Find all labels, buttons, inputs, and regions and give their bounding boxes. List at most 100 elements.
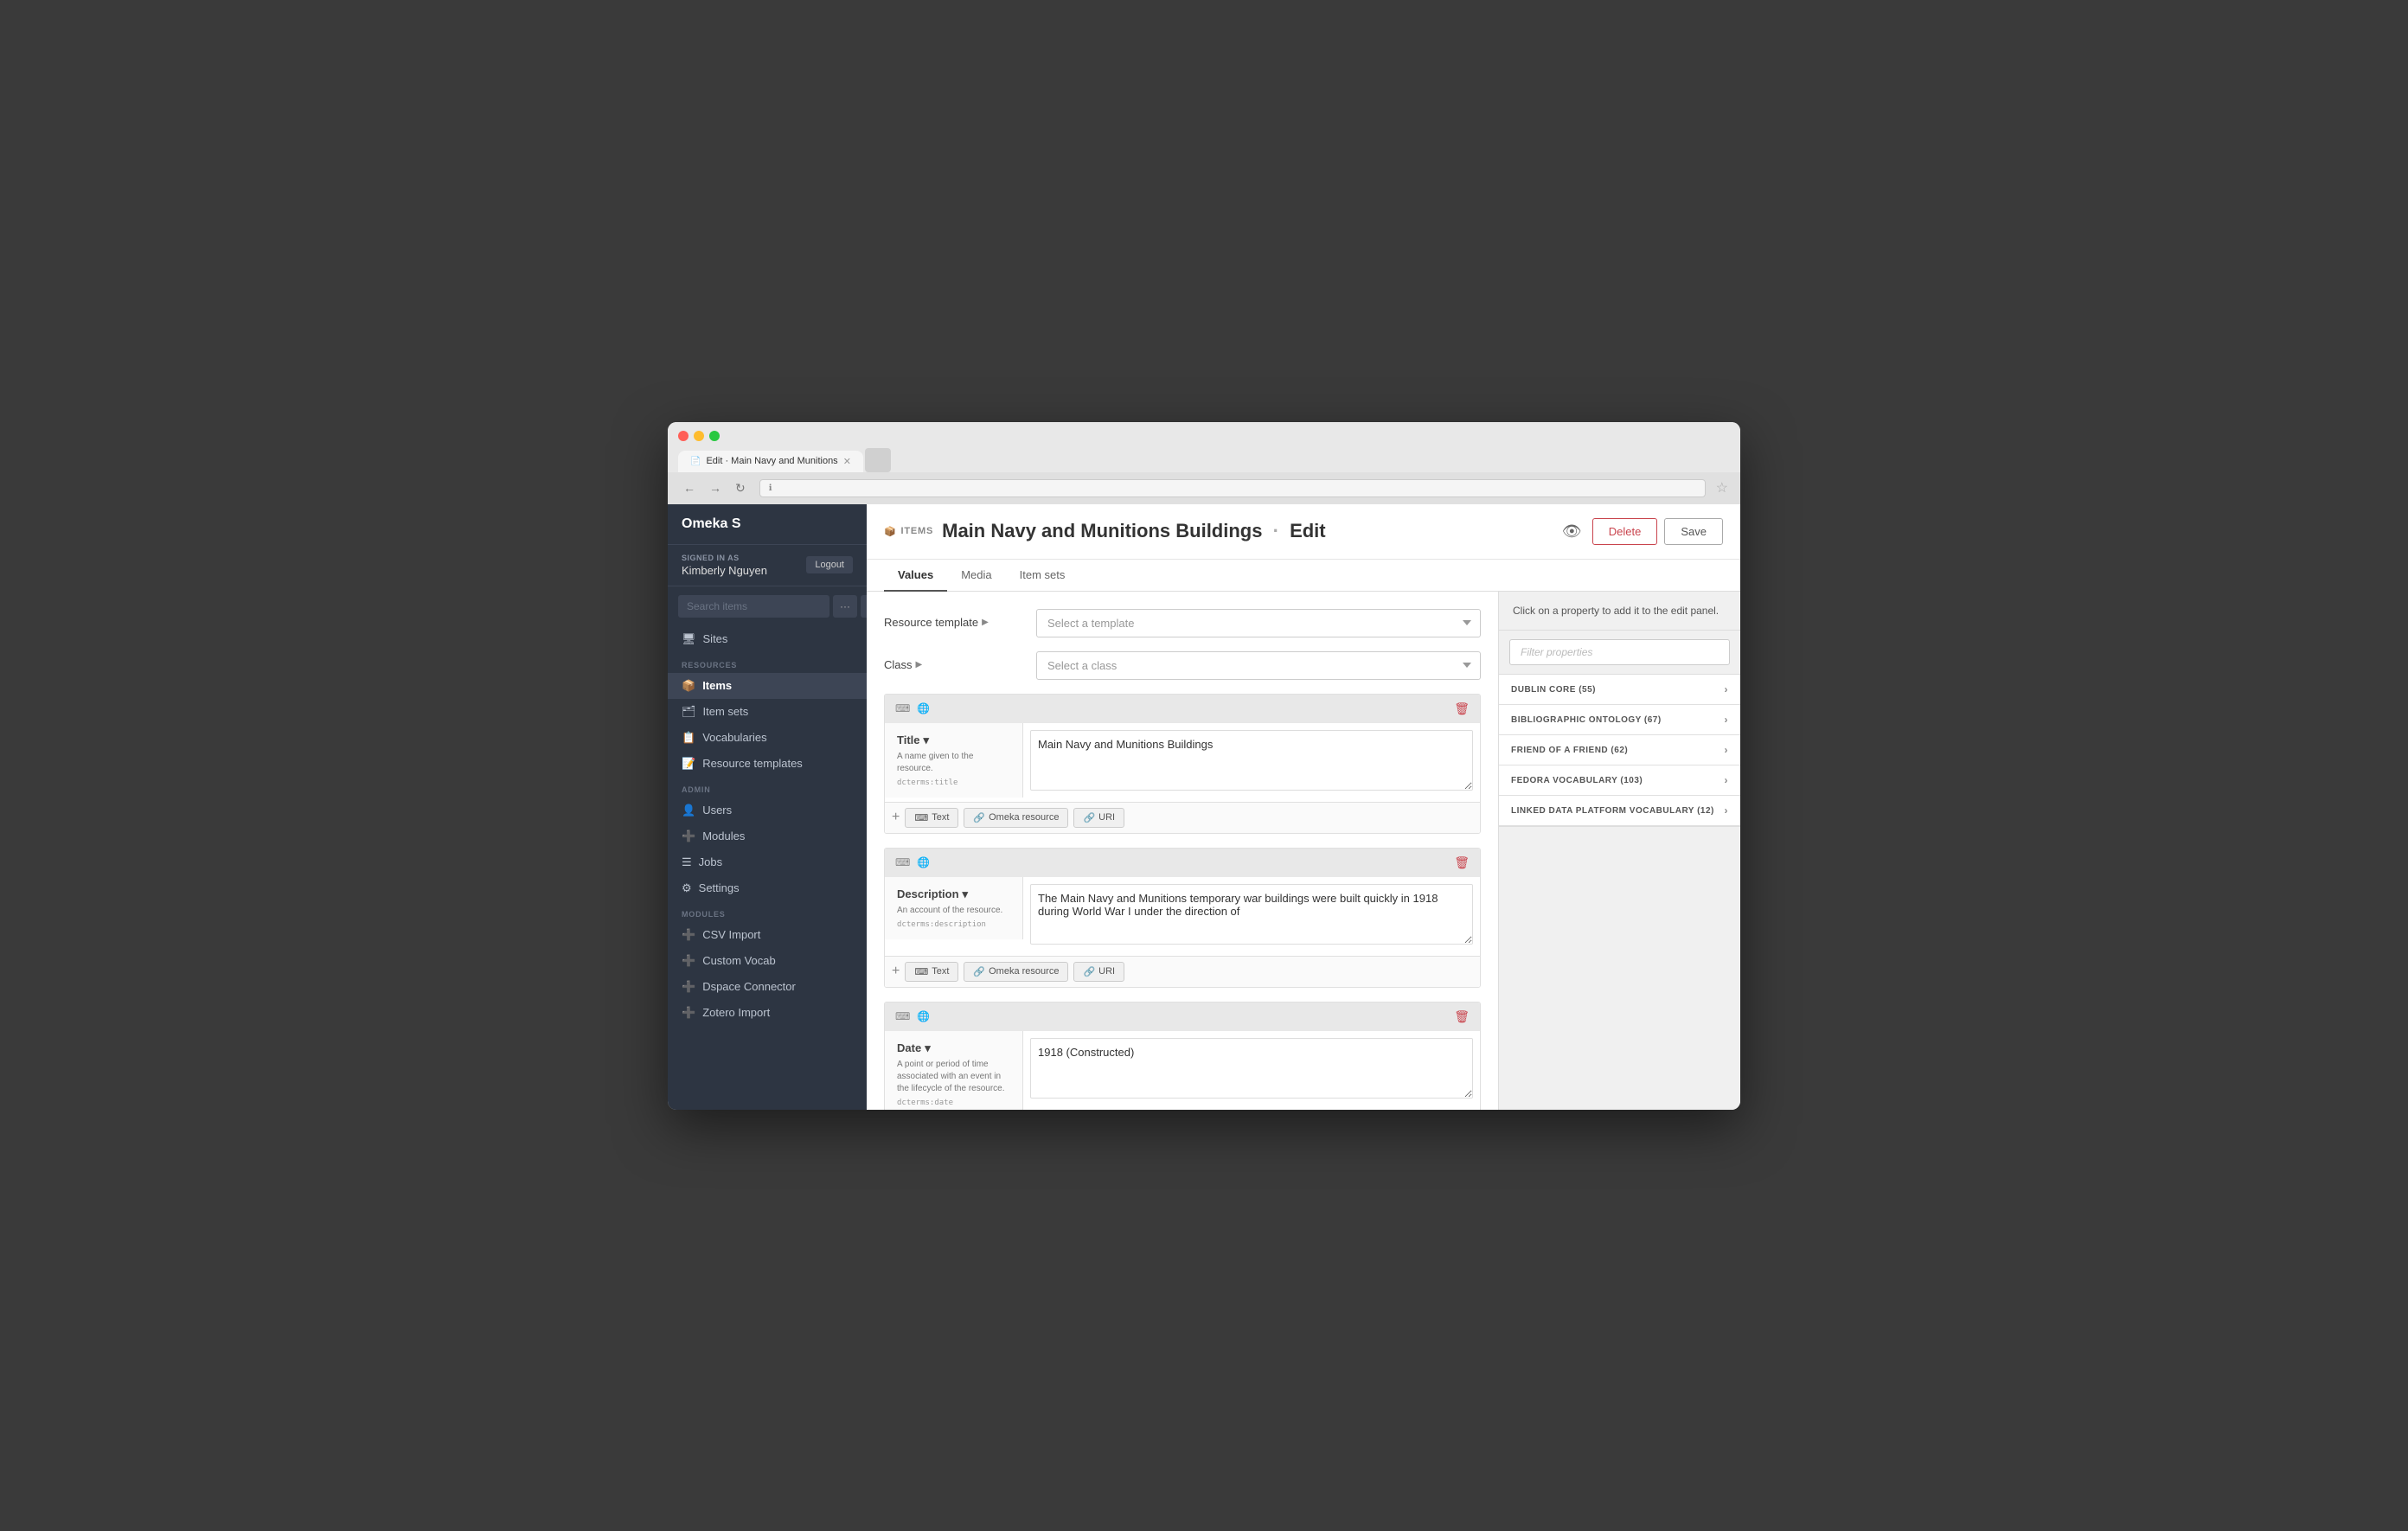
page-title: Main Navy and Munitions Buildings · Edit xyxy=(942,520,1326,542)
title-header-left: ⌨ 🌐 xyxy=(895,702,930,714)
sidebar-item-zotero-import[interactable]: ➕ Zotero Import xyxy=(668,1000,867,1026)
date-header-left: ⌨ 🌐 xyxy=(895,1010,930,1022)
title-uri-button[interactable]: 🔗 URI xyxy=(1073,808,1124,828)
vocab-item-friend-of-a-friend[interactable]: FRIEND OF A FRIEND (62) › xyxy=(1499,735,1740,766)
description-text-button[interactable]: ⌨ Text xyxy=(905,962,958,982)
sidebar-item-settings[interactable]: ⚙ Settings xyxy=(668,875,867,901)
logout-button[interactable]: Logout xyxy=(806,556,853,573)
browser-chrome: 📄 Edit · Main Navy and Munitions ✕ xyxy=(668,422,1740,472)
date-description: A point or period of time associated wit… xyxy=(897,1059,1010,1095)
vocab-item-fedora-vocabulary[interactable]: FEDORA VOCABULARY (103) › xyxy=(1499,766,1740,796)
vocab-item-dublin-core[interactable]: DUBLIN CORE (55) › xyxy=(1499,675,1740,705)
date-dropdown-arrow[interactable]: ▾ xyxy=(925,1041,931,1055)
browser-tab[interactable]: 📄 Edit · Main Navy and Munitions ✕ xyxy=(678,451,863,472)
friend-of-a-friend-chevron: › xyxy=(1725,744,1729,756)
class-row: Class ▶ Select a class xyxy=(884,651,1481,680)
date-textarea[interactable]: 1918 (Constructed) xyxy=(1030,1038,1473,1099)
date-property-meta-title: Date ▾ xyxy=(897,1041,1010,1055)
search-go-button[interactable]: 🔍 xyxy=(861,595,867,618)
page-actions: 👁 Delete Save xyxy=(1559,518,1723,545)
search-options-button[interactable]: ··· xyxy=(833,595,857,618)
save-button[interactable]: Save xyxy=(1664,518,1723,545)
tab-item-sets[interactable]: Item sets xyxy=(1006,560,1079,592)
description-add-icon[interactable]: + xyxy=(892,964,900,979)
sidebar-item-jobs[interactable]: ☰ Jobs xyxy=(668,849,867,875)
back-button[interactable]: ← xyxy=(680,479,699,497)
tab-values[interactable]: Values xyxy=(884,560,947,592)
sidebar-item-sites[interactable]: 🖥 Sites xyxy=(668,626,867,652)
description-keyboard-icon[interactable]: ⌨ xyxy=(895,856,910,868)
filter-properties-input[interactable] xyxy=(1509,639,1730,665)
vocab-item-linked-data-platform[interactable]: LINKED DATA PLATFORM VOCABULARY (12) › xyxy=(1499,796,1740,826)
title-add-icon[interactable]: + xyxy=(892,810,900,825)
description-uri-icon: 🔗 xyxy=(1083,966,1095,977)
class-label-col: Class ▶ xyxy=(884,651,1022,671)
description-uri-button[interactable]: 🔗 URI xyxy=(1073,962,1124,982)
title-keyboard-icon[interactable]: ⌨ xyxy=(895,702,910,714)
description-textarea[interactable]: The Main Navy and Munitions temporary wa… xyxy=(1030,884,1473,945)
sidebar-item-vocabularies[interactable]: 📋 Vocabularies xyxy=(668,725,867,751)
resource-template-select[interactable]: Select a template xyxy=(1036,609,1481,637)
linked-data-platform-chevron: › xyxy=(1725,804,1729,817)
title-omeka-resource-button[interactable]: 🔗 Omeka resource xyxy=(964,808,1068,828)
settings-icon: ⚙ xyxy=(682,881,692,895)
zotero-icon: ➕ xyxy=(682,1006,695,1020)
bibliographic-ontology-chevron: › xyxy=(1725,714,1729,726)
title-property-header: ⌨ 🌐 🗑 xyxy=(885,695,1480,723)
sidebar-item-csv-import[interactable]: ➕ CSV Import xyxy=(668,922,867,948)
nav-buttons: ← → ↻ xyxy=(680,479,749,497)
main-content: 📦 ITEMS Main Navy and Munitions Building… xyxy=(867,504,1740,1110)
sidebar-item-item-sets[interactable]: 🗂 Item sets xyxy=(668,699,867,725)
tab-close-icon[interactable]: ✕ xyxy=(843,456,851,467)
class-select[interactable]: Select a class xyxy=(1036,651,1481,680)
description-globe-icon[interactable]: 🌐 xyxy=(917,856,930,868)
description-resource-icon: 🔗 xyxy=(973,966,985,977)
linked-data-platform-label: LINKED DATA PLATFORM VOCABULARY (12) xyxy=(1511,806,1714,816)
title-dropdown-arrow[interactable]: ▾ xyxy=(924,733,930,747)
delete-button[interactable]: Delete xyxy=(1592,518,1658,545)
description-dropdown-arrow[interactable]: ▾ xyxy=(963,887,969,901)
vocab-item-bibliographic-ontology[interactable]: BIBLIOGRAPHIC ONTOLOGY (67) › xyxy=(1499,705,1740,735)
maximize-button[interactable] xyxy=(709,431,720,441)
sidebar: Omeka S SIGNED IN AS Kimberly Nguyen Log… xyxy=(668,504,867,1110)
url-field[interactable]: ℹ xyxy=(759,479,1706,497)
sidebar-item-dspace-connector[interactable]: ➕ Dspace Connector xyxy=(668,974,867,1000)
resource-templates-icon: 📝 xyxy=(682,757,695,771)
reload-button[interactable]: ↻ xyxy=(732,479,749,497)
bookmark-icon[interactable]: ☆ xyxy=(1716,479,1728,496)
title-resource-label: Omeka resource xyxy=(989,812,1059,823)
title-globe-icon[interactable]: 🌐 xyxy=(917,702,930,714)
sidebar-item-modules[interactable]: ➕ Modules xyxy=(668,823,867,849)
users-icon: 👤 xyxy=(682,804,695,817)
title-text-button[interactable]: ⌨ Text xyxy=(905,808,958,828)
dublin-core-chevron: › xyxy=(1725,683,1729,695)
date-keyboard-icon[interactable]: ⌨ xyxy=(895,1010,910,1022)
custom-vocab-icon: ➕ xyxy=(682,954,695,968)
search-input[interactable] xyxy=(678,595,829,618)
resources-section-label: RESOURCES xyxy=(668,652,867,673)
fedora-vocabulary-label: FEDORA VOCABULARY (103) xyxy=(1511,776,1643,785)
sidebar-item-csv-import-label: CSV Import xyxy=(702,928,760,941)
new-tab-button[interactable] xyxy=(865,448,891,472)
date-term: dcterms:date xyxy=(897,1099,1010,1107)
sidebar-item-custom-vocab[interactable]: ➕ Custom Vocab xyxy=(668,948,867,974)
minimize-button[interactable] xyxy=(694,431,704,441)
close-button[interactable] xyxy=(678,431,688,441)
sidebar-item-users[interactable]: 👤 Users xyxy=(668,798,867,823)
date-globe-icon[interactable]: 🌐 xyxy=(917,1010,930,1022)
description-delete-icon[interactable]: 🗑 xyxy=(1454,855,1470,870)
sidebar-item-items[interactable]: 📦 Items xyxy=(668,673,867,699)
csv-icon: ➕ xyxy=(682,928,695,942)
title-textarea[interactable]: Main Navy and Munitions Buildings xyxy=(1030,730,1473,791)
title-delete-icon[interactable]: 🗑 xyxy=(1454,701,1470,716)
sidebar-item-resource-templates[interactable]: 📝 Resource templates xyxy=(668,751,867,777)
title-property-body: Title ▾ A name given to the resource. dc… xyxy=(885,723,1480,802)
forward-button[interactable]: → xyxy=(706,479,725,497)
date-delete-icon[interactable]: 🗑 xyxy=(1454,1009,1470,1024)
description-omeka-resource-button[interactable]: 🔗 Omeka resource xyxy=(964,962,1068,982)
date-property-body: Date ▾ A point or period of time associa… xyxy=(885,1031,1480,1110)
preview-button[interactable]: 👁 xyxy=(1559,519,1585,544)
right-panel-header: Click on a property to add it to the edi… xyxy=(1499,592,1740,631)
tab-media[interactable]: Media xyxy=(947,560,1005,592)
date-property-meta: Date ▾ A point or period of time associa… xyxy=(885,1031,1023,1110)
